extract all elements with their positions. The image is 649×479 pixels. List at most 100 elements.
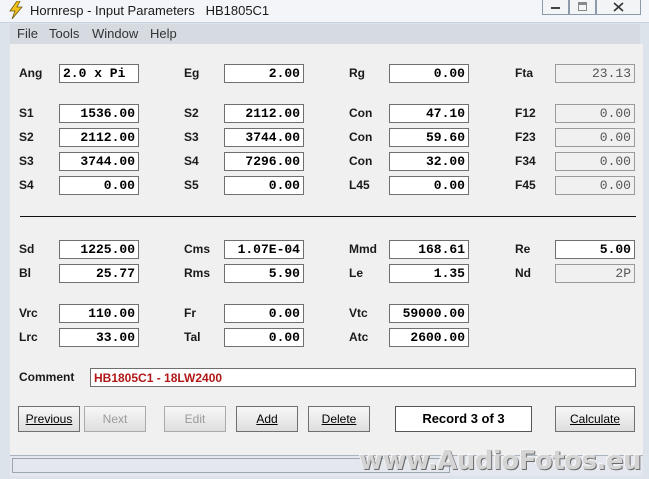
rg-field[interactable]: 0.00: [389, 64, 469, 83]
rg-label: Rg: [349, 66, 365, 80]
nd-field[interactable]: 2P: [555, 264, 635, 283]
vtc-label: Vtc: [349, 306, 368, 320]
cms-field[interactable]: 1.07E-04: [224, 240, 304, 259]
tal-field[interactable]: 0.00: [224, 328, 304, 347]
con3-label: Con: [349, 154, 373, 168]
atc-field[interactable]: 2600.00: [389, 328, 469, 347]
close-button[interactable]: [596, 0, 641, 15]
vtc-field[interactable]: 59000.00: [389, 304, 469, 323]
add-button-label: Add: [256, 412, 278, 426]
minimize-icon: [551, 7, 560, 9]
s2-segment2-label: S2: [19, 130, 34, 144]
ang-field[interactable]: 2.0 x Pi: [59, 64, 139, 83]
re-label: Re: [515, 242, 531, 256]
s2-label: S2: [184, 106, 199, 120]
s1-field[interactable]: 1536.00: [59, 104, 139, 123]
con2-field[interactable]: 59.60: [389, 128, 469, 147]
f45-field: 0.00: [555, 176, 635, 195]
sd-label: Sd: [19, 242, 35, 256]
edit-button[interactable]: Edit: [164, 406, 226, 432]
s1-label: S1: [19, 106, 34, 120]
edit-button-label: Edit: [184, 412, 206, 426]
menu-tools[interactable]: Tools: [49, 26, 79, 41]
s2-segment2-field[interactable]: 2112.00: [59, 128, 139, 147]
maximize-button[interactable]: [569, 0, 596, 15]
record-indicator: Record 3 of 3: [395, 406, 532, 432]
menu-bar: File Tools Window Help: [10, 24, 640, 44]
rms-field[interactable]: 5.90: [224, 264, 304, 283]
mmd-field[interactable]: 168.61: [389, 240, 469, 259]
fta-field: 23.13: [555, 64, 635, 83]
previous-button-label: Previous: [25, 412, 73, 426]
s4-field[interactable]: 7296.00: [224, 152, 304, 171]
window-title: Hornresp - Input Parameters HB1805C1: [30, 3, 270, 18]
atc-label: Atc: [349, 330, 369, 344]
lrc-label: Lrc: [19, 330, 38, 344]
sd-field[interactable]: 1225.00: [59, 240, 139, 259]
eg-field[interactable]: 2.00: [224, 64, 304, 83]
vrc-label: Vrc: [19, 306, 38, 320]
s2-field[interactable]: 2112.00: [224, 104, 304, 123]
ang-label: Ang: [19, 66, 43, 80]
con1-field[interactable]: 47.10: [389, 104, 469, 123]
nd-label: Nd: [515, 266, 531, 280]
menu-window[interactable]: Window: [92, 26, 138, 41]
add-button[interactable]: Add: [236, 406, 298, 432]
section-divider: [20, 216, 636, 217]
con1-label: Con: [349, 106, 373, 120]
audiofotos-watermark: www.AudioFotos.eu: [358, 446, 642, 476]
calculate-button[interactable]: Calculate: [555, 406, 635, 432]
next-button[interactable]: Next: [84, 406, 146, 432]
con3-field[interactable]: 32.00: [389, 152, 469, 171]
vrc-field[interactable]: 110.00: [59, 304, 139, 323]
f23-label: F23: [515, 130, 536, 144]
bl-field[interactable]: 25.77: [59, 264, 139, 283]
next-button-label: Next: [102, 412, 128, 426]
parameter-panel: Ang 2.0 x Pi Eg 2.00 Rg 0.00 Fta 23.13 S…: [10, 44, 643, 455]
s3-field[interactable]: 3744.00: [224, 128, 304, 147]
fta-label: Fta: [515, 66, 533, 80]
minimize-button[interactable]: [542, 0, 569, 15]
bl-label: Bl: [19, 266, 31, 280]
fr-label: Fr: [184, 306, 196, 320]
s5-field[interactable]: 0.00: [224, 176, 304, 195]
delete-button[interactable]: Delete: [308, 406, 370, 432]
l45-label: L45: [349, 178, 370, 192]
lrc-field[interactable]: 33.00: [59, 328, 139, 347]
tal-label: Tal: [184, 330, 201, 344]
cms-label: Cms: [184, 242, 211, 256]
f12-label: F12: [515, 106, 536, 120]
fr-field[interactable]: 0.00: [224, 304, 304, 323]
f12-field: 0.00: [555, 104, 635, 123]
s4-segment4-label: S4: [19, 178, 34, 192]
s5-label: S5: [184, 178, 199, 192]
mmd-label: Mmd: [349, 242, 377, 256]
f34-field: 0.00: [555, 152, 635, 171]
comment-field[interactable]: HB1805C1 - 18LW2400: [90, 368, 636, 387]
comment-label: Comment: [19, 370, 75, 384]
s3-label: S3: [184, 130, 199, 144]
con2-label: Con: [349, 130, 373, 144]
delete-button-label: Delete: [321, 412, 357, 426]
f23-field: 0.00: [555, 128, 635, 147]
menu-file[interactable]: File: [17, 26, 38, 41]
close-icon: [613, 2, 624, 12]
re-field[interactable]: 5.00: [555, 240, 635, 259]
rms-label: Rms: [184, 266, 211, 280]
menu-help[interactable]: Help: [150, 26, 177, 41]
calculate-button-label: Calculate: [569, 412, 621, 426]
l45-field[interactable]: 0.00: [389, 176, 469, 195]
hornresp-window: Hornresp - Input Parameters HB1805C1 Fil…: [0, 0, 649, 479]
s4-label: S4: [184, 154, 199, 168]
le-field[interactable]: 1.35: [389, 264, 469, 283]
title-bar: Hornresp - Input Parameters HB1805C1: [0, 0, 649, 23]
maximize-icon: [578, 2, 587, 11]
s3-segment3-field[interactable]: 3744.00: [59, 152, 139, 171]
s3-segment3-label: S3: [19, 154, 34, 168]
previous-button[interactable]: Previous: [18, 406, 80, 432]
f45-label: F45: [515, 178, 536, 192]
eg-label: Eg: [184, 66, 200, 80]
s4-segment4-field[interactable]: 0.00: [59, 176, 139, 195]
f34-label: F34: [515, 154, 536, 168]
hornresp-app-icon: [9, 1, 23, 19]
